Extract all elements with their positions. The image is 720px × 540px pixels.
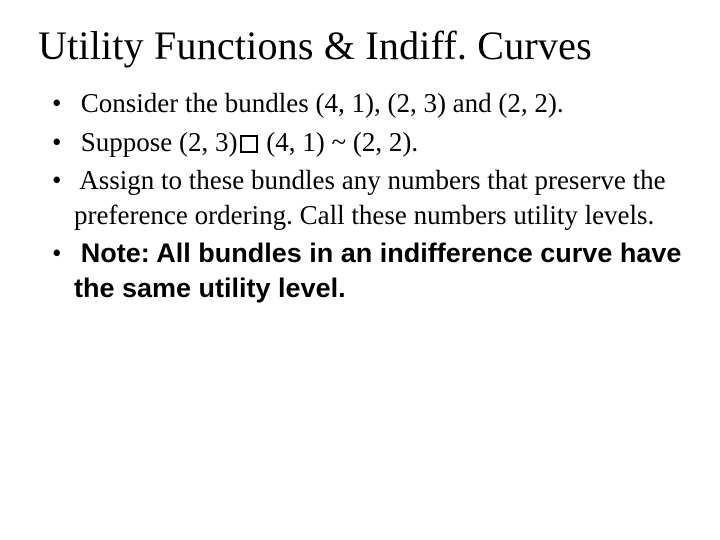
bullet-item: Assign to these bundles any numbers that… [52,163,682,232]
bullet-item: Note: All bundles in an indifference cur… [52,236,682,305]
bullet-text-part-b: (4, 1) ~ (2, 2). [260,127,419,157]
bullet-text-note: Note: All bundles in an indifference cur… [74,238,681,303]
bullet-text: Consider the bundles (4, 1), (2, 3) and … [81,88,564,118]
preference-symbol-icon [240,135,258,153]
slide: Utility Functions & Indiff. Curves Consi… [0,0,720,540]
bullet-list: Consider the bundles (4, 1), (2, 3) and … [38,86,682,305]
bullet-text-part-a: Suppose (2, 3) [81,127,238,157]
bullet-item: Consider the bundles (4, 1), (2, 3) and … [52,86,682,121]
bullet-item: Suppose (2, 3) (4, 1) ~ (2, 2). [52,125,682,160]
slide-title: Utility Functions & Indiff. Curves [38,24,682,68]
bullet-text: Assign to these bundles any numbers that… [74,165,666,230]
